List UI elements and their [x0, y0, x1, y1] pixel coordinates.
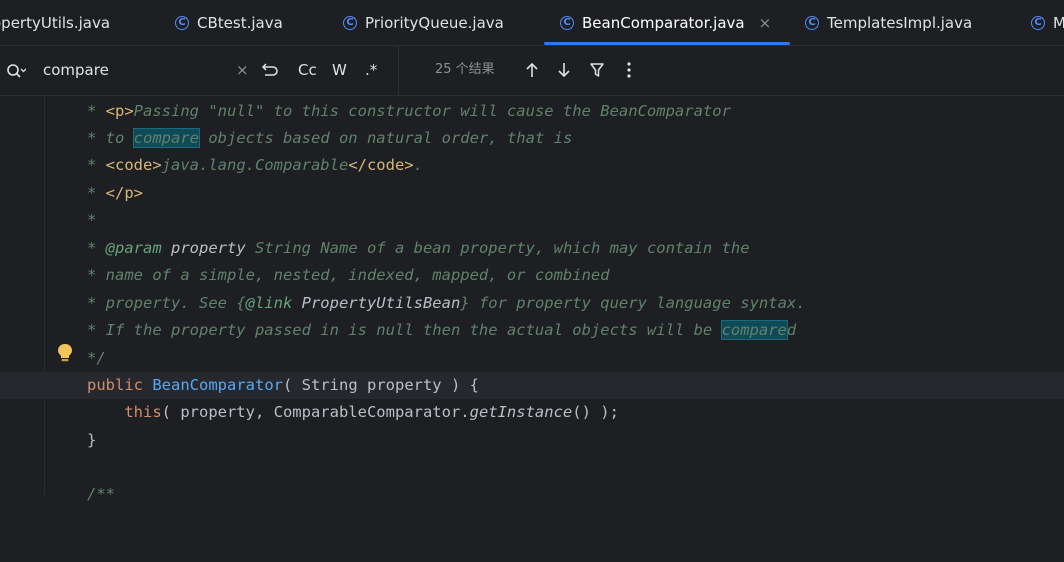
- code-line[interactable]: * property. See {@link PropertyUtilsBean…: [0, 290, 1064, 317]
- code-line[interactable]: }: [0, 427, 1064, 454]
- search-results-count: 25 个结果: [435, 62, 495, 77]
- search-match: compare: [132, 128, 201, 148]
- class-icon: C: [175, 15, 189, 30]
- code-line[interactable]: *: [0, 207, 1064, 234]
- code-line[interactable]: * name of a simple, nested, indexed, map…: [0, 262, 1064, 289]
- javadoc-param-tag: @param: [105, 239, 162, 257]
- doc-text: java.lang.Comparable: [161, 156, 349, 174]
- method-name: BeanComparator: [152, 376, 283, 394]
- tab-label: M: [1053, 14, 1064, 32]
- code-editor[interactable]: * <p>Passing "null" to this constructor …: [0, 96, 1064, 503]
- doc-text: * property. See {: [87, 294, 246, 312]
- javadoc-link-tag: @link: [245, 294, 293, 312]
- doc-text: Passing "null" to this constructor will …: [133, 102, 731, 120]
- code-line[interactable]: * <code>java.lang.Comparable</code>.: [0, 152, 1064, 179]
- doc-text: objects based on natural order, that is: [199, 129, 573, 147]
- match-case-button[interactable]: Cc: [298, 59, 317, 81]
- tab-property-utils[interactable]: opertyUtils.java: [0, 0, 110, 45]
- code-line[interactable]: * </p>: [0, 180, 1064, 207]
- more-options-icon[interactable]: [625, 61, 633, 79]
- doc-star: *: [87, 239, 106, 257]
- tab-label: PriorityQueue.java: [365, 13, 504, 32]
- previous-occurrence-icon[interactable]: [524, 61, 540, 79]
- doc-text: * If the property passed in is null then…: [87, 321, 722, 339]
- next-occurrence-icon[interactable]: [556, 61, 572, 79]
- tab-m[interactable]: C M: [1031, 0, 1064, 45]
- clear-search-icon[interactable]: ×: [236, 59, 249, 81]
- tab-label: opertyUtils.java: [0, 13, 111, 32]
- code-line[interactable]: this( property, ComparableComparator.get…: [0, 399, 1064, 426]
- class-icon: C: [343, 15, 357, 30]
- doc-text: String Name of a bean property, which ma…: [245, 239, 750, 257]
- code-line[interactable]: */: [0, 345, 1064, 372]
- doc-text: */: [87, 349, 106, 367]
- search-history-icon[interactable]: [6, 63, 26, 79]
- doc-text: * to: [87, 129, 134, 147]
- doc-star: *: [87, 102, 106, 120]
- tab-templates-impl[interactable]: C TemplatesImpl.java: [805, 0, 972, 45]
- keyword: this: [124, 403, 162, 421]
- doc-text: .: [413, 156, 423, 174]
- doc-text: } for property query language syntax.: [460, 294, 806, 312]
- tab-label: CBtest.java: [197, 13, 283, 32]
- doc-text: *: [87, 211, 97, 229]
- code-line[interactable]: * If the property passed in is null then…: [0, 317, 1064, 344]
- regex-button[interactable]: .*: [365, 59, 377, 81]
- tab-priority-queue[interactable]: C PriorityQueue.java: [343, 0, 504, 45]
- search-match: compare: [720, 320, 788, 340]
- javadoc-param-name: property: [161, 239, 246, 257]
- search-input[interactable]: [43, 58, 223, 82]
- doc-star: *: [87, 156, 106, 174]
- tab-label: TemplatesImpl.java: [827, 13, 973, 32]
- static-call: getInstance: [469, 403, 573, 421]
- code-text: ( String property ) {: [283, 376, 479, 394]
- active-tab-indicator: [544, 42, 790, 45]
- close-tab-icon[interactable]: ×: [759, 14, 772, 32]
- class-icon: C: [805, 15, 819, 30]
- find-bar: × Cc W .* 25 个结果: [0, 46, 1064, 96]
- tab-cbtest[interactable]: C CBtest.java: [175, 0, 283, 45]
- code-line[interactable]: * to compare objects based on natural or…: [0, 125, 1064, 152]
- editor-tab-bar: opertyUtils.java C CBtest.java C Priorit…: [0, 0, 1064, 46]
- doc-text: * name of a simple, nested, indexed, map…: [87, 266, 610, 284]
- code-line[interactable]: [0, 454, 1064, 481]
- html-tag: <code>: [105, 156, 162, 174]
- whole-words-button[interactable]: W: [332, 59, 347, 81]
- keyword: public: [87, 376, 143, 394]
- replace-toggle-icon[interactable]: [260, 61, 280, 79]
- class-icon: C: [560, 15, 574, 30]
- class-icon: C: [1031, 15, 1045, 30]
- search-separator: [398, 46, 399, 95]
- tab-bean-comparator[interactable]: C BeanComparator.java ×: [560, 0, 771, 45]
- html-tag: </p>: [105, 184, 143, 202]
- current-code-line[interactable]: public BeanComparator( String property )…: [0, 372, 1064, 399]
- tab-label: BeanComparator.java: [582, 13, 745, 32]
- html-tag: </code>: [348, 156, 414, 174]
- code-line[interactable]: * @param property String Name of a bean …: [0, 235, 1064, 262]
- code-text: ( property, ComparableComparator.: [161, 403, 470, 421]
- javadoc-link-ref[interactable]: PropertyUtilsBean: [292, 294, 461, 312]
- html-tag: <p>: [105, 102, 134, 120]
- doc-text: d: [786, 321, 797, 339]
- code-text: () );: [572, 403, 619, 421]
- code-text: }: [87, 431, 97, 449]
- lightbulb-icon[interactable]: [56, 343, 74, 363]
- code-line[interactable]: * <p>Passing "null" to this constructor …: [0, 98, 1064, 125]
- doc-star: *: [87, 184, 106, 202]
- filter-icon[interactable]: [589, 61, 605, 79]
